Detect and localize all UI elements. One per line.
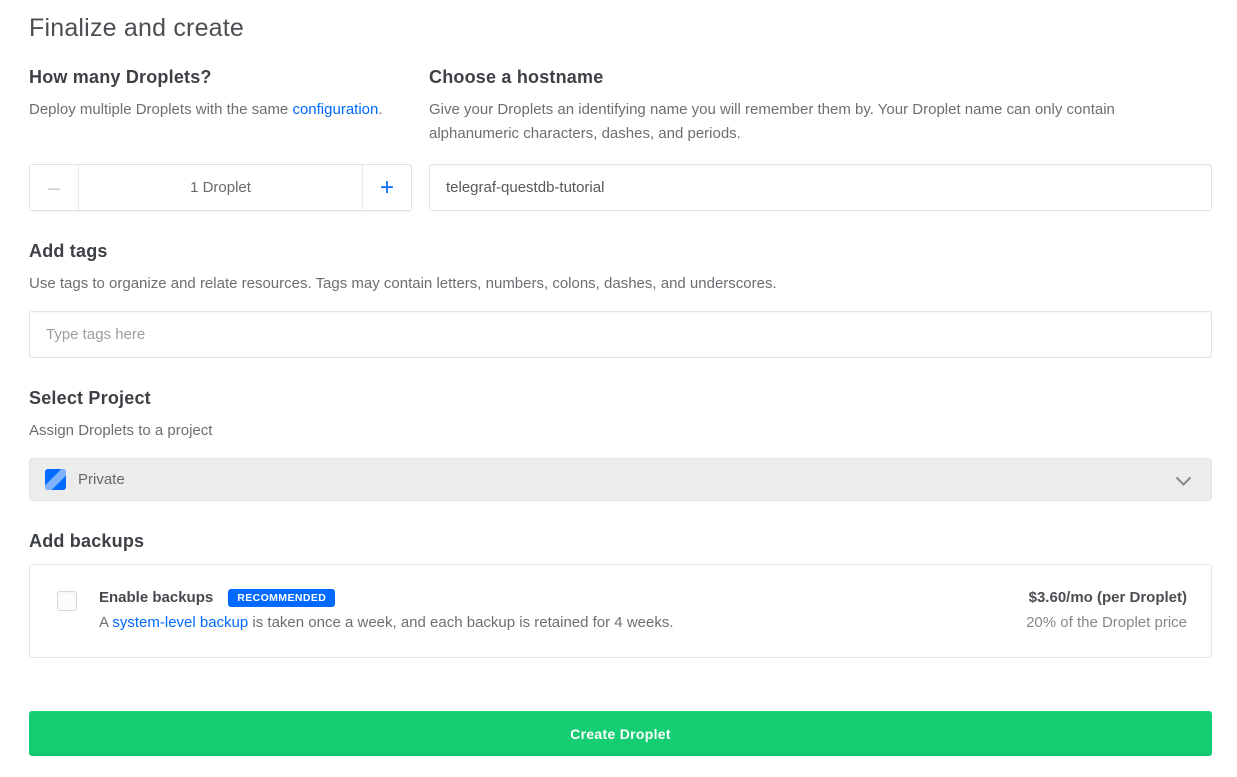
backups-price: $3.60/mo (per Droplet) [1026, 589, 1187, 606]
hostname-field-row [429, 164, 1212, 211]
backups-section: Add backups Enable backups RECOMMENDED A… [29, 531, 1212, 658]
project-heading: Select Project [29, 388, 1212, 409]
project-icon [45, 469, 66, 490]
tags-input[interactable] [29, 311, 1212, 358]
droplet-count-section: How many Droplets? Deploy multiple Dropl… [29, 67, 412, 211]
minus-icon: – [48, 175, 60, 201]
decrement-button[interactable]: – [30, 165, 79, 210]
configuration-link[interactable]: configuration [292, 101, 378, 118]
backups-pricing: $3.60/mo (per Droplet) 20% of the Drople… [1006, 589, 1187, 631]
backups-label-row: Enable backups RECOMMENDED [99, 589, 1006, 607]
backups-card: Enable backups RECOMMENDED A system-leve… [29, 564, 1212, 658]
droplet-count-description-text: Deploy multiple Droplets with the same [29, 101, 292, 118]
droplet-count-value: 1 Droplet [79, 165, 362, 210]
droplet-count-description-period: . [378, 101, 382, 118]
project-selected-option: Private [78, 471, 125, 488]
hostname-input[interactable] [429, 164, 1212, 211]
plus-icon: + [380, 174, 394, 202]
tags-description: Use tags to organize and relate resource… [29, 272, 1212, 296]
project-section: Select Project Assign Droplets to a proj… [29, 388, 1212, 501]
system-level-backup-link[interactable]: system-level backup [112, 614, 248, 631]
tags-section: Add tags Use tags to organize and relate… [29, 241, 1212, 358]
backups-description-suffix: is taken once a week, and each backup is… [248, 614, 673, 631]
droplet-count-stepper: – 1 Droplet + [29, 164, 412, 211]
chevron-down-icon [1178, 474, 1189, 485]
backups-description: A system-level backup is taken once a we… [99, 614, 1006, 631]
increment-button[interactable]: + [362, 165, 411, 210]
enable-backups-checkbox[interactable] [57, 591, 77, 611]
top-columns: How many Droplets? Deploy multiple Dropl… [29, 67, 1212, 211]
droplet-count-heading: How many Droplets? [29, 67, 412, 88]
enable-backups-label: Enable backups [99, 589, 213, 606]
quantity-stepper: – 1 Droplet + [29, 164, 412, 211]
project-description: Assign Droplets to a project [29, 419, 1212, 443]
backups-heading: Add backups [29, 531, 1212, 552]
droplet-count-description: Deploy multiple Droplets with the same c… [29, 98, 412, 122]
project-select[interactable]: Private [29, 458, 1212, 501]
create-droplet-button[interactable]: Create Droplet [29, 711, 1212, 756]
finalize-and-create-page: Finalize and create How many Droplets? D… [0, 0, 1237, 756]
page-title: Finalize and create [29, 14, 1212, 43]
hostname-description: Give your Droplets an identifying name y… [429, 98, 1169, 146]
hostname-heading: Choose a hostname [429, 67, 1212, 88]
backups-description-prefix: A [99, 614, 112, 631]
recommended-badge: RECOMMENDED [228, 589, 335, 607]
backups-text: Enable backups RECOMMENDED A system-leve… [99, 589, 1006, 631]
backups-price-note: 20% of the Droplet price [1026, 614, 1187, 631]
tags-heading: Add tags [29, 241, 1212, 262]
hostname-section: Choose a hostname Give your Droplets an … [429, 67, 1212, 211]
